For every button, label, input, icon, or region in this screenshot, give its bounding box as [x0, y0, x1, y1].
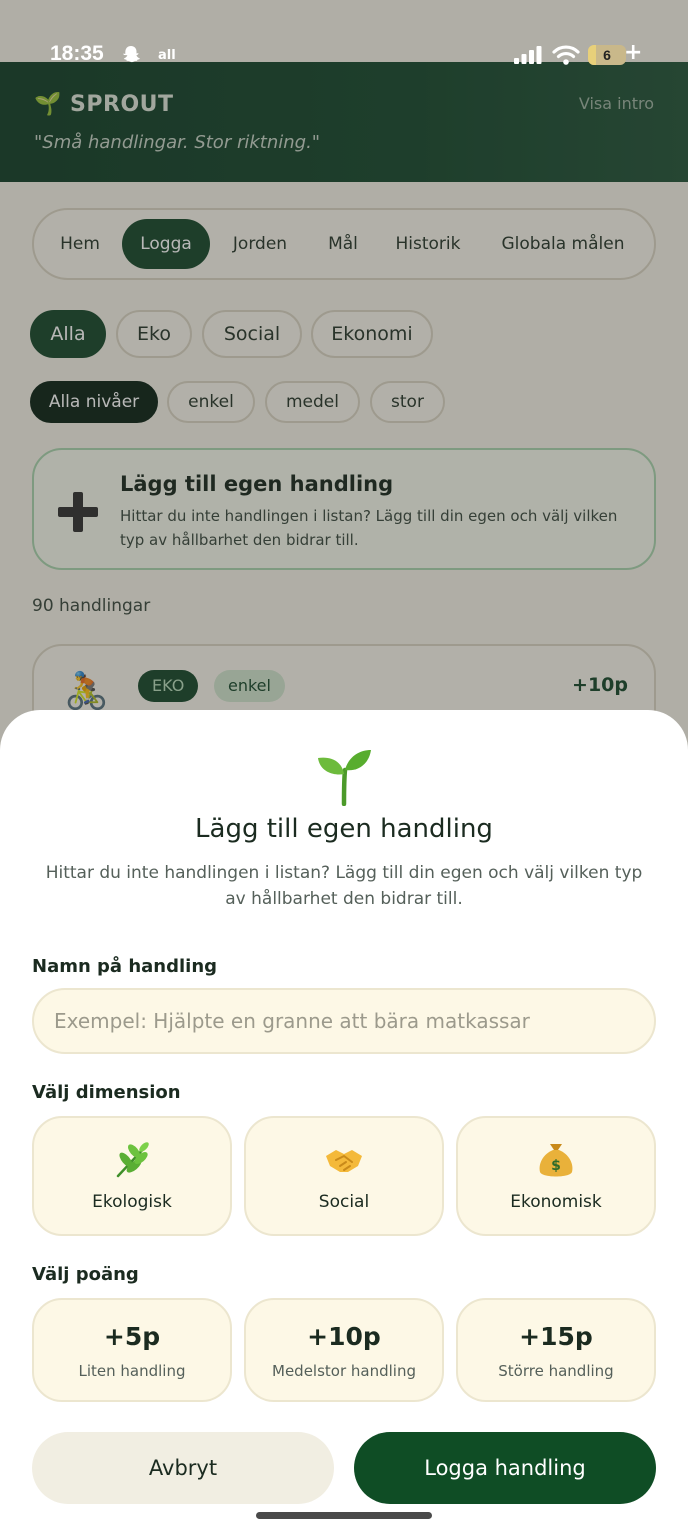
- action-name-input[interactable]: [32, 988, 656, 1054]
- cancel-button[interactable]: Avbryt: [32, 1432, 334, 1504]
- points-value: +5p: [103, 1322, 161, 1351]
- home-indicator[interactable]: [256, 1512, 432, 1519]
- points-description: Medelstor handling: [272, 1362, 416, 1380]
- dimension-social-label: Social: [318, 1192, 370, 1212]
- points-description: Liten handling: [78, 1362, 186, 1380]
- points-option-10[interactable]: +10p Medelstor handling: [244, 1298, 444, 1402]
- dimension-economic[interactable]: $ Ekonomisk: [456, 1116, 656, 1236]
- dimension-label: Välj dimension: [32, 1082, 181, 1103]
- dimension-ecological[interactable]: Ekologisk: [32, 1116, 232, 1236]
- dimension-ecological-label: Ekologisk: [92, 1192, 172, 1212]
- log-action-button[interactable]: Logga handling: [354, 1432, 656, 1504]
- seedling-icon: [318, 750, 371, 806]
- handshake-icon: [246, 1140, 442, 1180]
- points-option-5[interactable]: +5p Liten handling: [32, 1298, 232, 1402]
- network-indicator: all: [158, 48, 176, 63]
- status-time: 18:35: [50, 42, 104, 65]
- signal-icon: [514, 46, 542, 64]
- herb-icon: [34, 1140, 230, 1180]
- status-bar: 18:35 all 6 +: [0, 0, 688, 65]
- points-value: +10p: [307, 1322, 381, 1351]
- money-bag-icon: $: [458, 1140, 654, 1180]
- dimension-economic-label: Ekonomisk: [510, 1192, 602, 1212]
- battery-icon: 6: [588, 45, 626, 65]
- points-label: Välj poäng: [32, 1264, 139, 1285]
- points-value: +15p: [519, 1322, 593, 1351]
- add-action-modal: Lägg till egen handling Hittar du inte h…: [0, 710, 688, 1536]
- svg-text:$: $: [551, 1158, 561, 1174]
- modal-description: Hittar du inte handlingen i listan? Lägg…: [45, 863, 643, 909]
- snapchat-icon: [123, 46, 140, 63]
- dimension-social[interactable]: Social: [244, 1116, 444, 1236]
- wifi-icon: [552, 45, 580, 65]
- modal-title: Lägg till egen handling: [195, 814, 493, 844]
- charging-plus-icon: +: [624, 40, 643, 65]
- points-description: Större handling: [498, 1362, 614, 1380]
- points-option-15[interactable]: +15p Större handling: [456, 1298, 656, 1402]
- name-label: Namn på handling: [32, 956, 218, 977]
